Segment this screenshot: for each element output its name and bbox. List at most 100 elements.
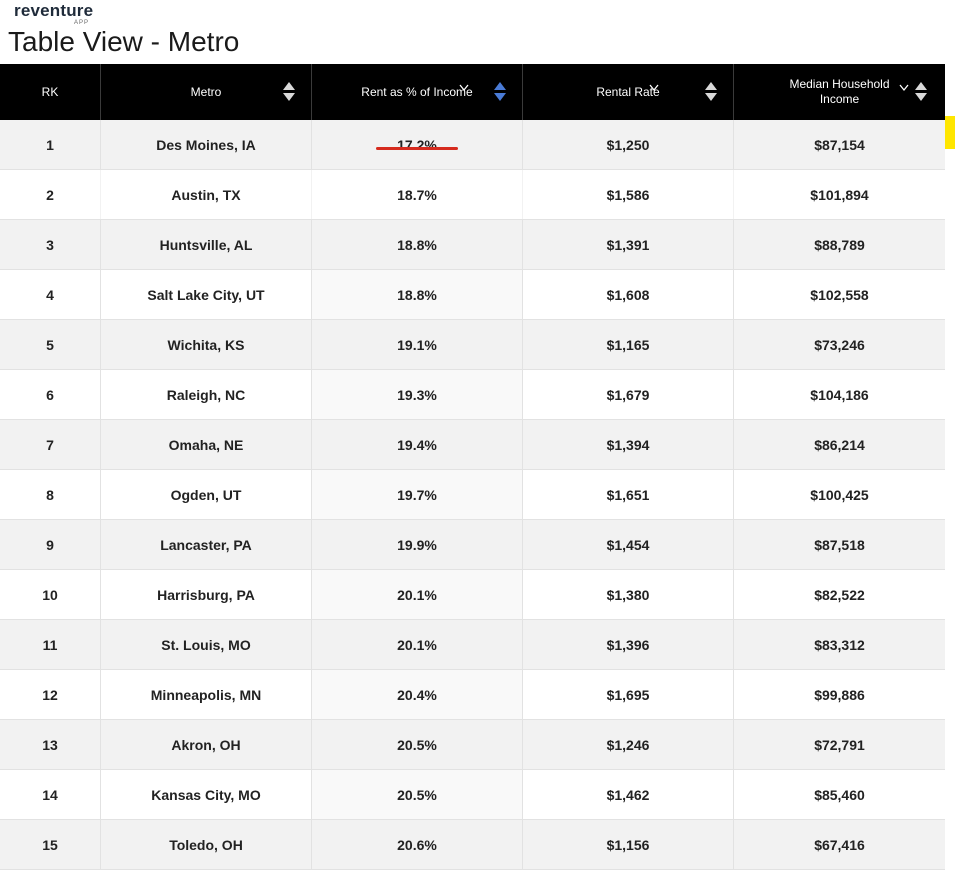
table-row[interactable]: 5 Wichita, KS 19.1% $1,165 $73,246 xyxy=(0,320,945,370)
cell-income: $99,886 xyxy=(814,686,865,703)
cell-income: $72,791 xyxy=(814,736,865,753)
chevron-down-icon[interactable] xyxy=(899,82,909,94)
cell-rank: 3 xyxy=(0,220,101,269)
cell-rental-rate: $1,695 xyxy=(523,670,734,719)
cell-rental-rate: $1,608 xyxy=(523,270,734,319)
cell-metro: Raleigh, NC xyxy=(101,370,312,419)
cell-rent-pct: 18.8% xyxy=(312,270,523,319)
cell-income: $73,246 xyxy=(814,336,865,353)
cell-rental-rate: $1,250 xyxy=(523,120,734,169)
cell-rent-pct: 20.4% xyxy=(312,670,523,719)
cell-rank: 6 xyxy=(0,370,101,419)
cell-metro: Wichita, KS xyxy=(101,320,312,369)
cell-rank: 1 xyxy=(0,120,101,169)
sort-icon[interactable] xyxy=(915,82,927,102)
cell-rental-rate: $1,394 xyxy=(523,420,734,469)
cell-metro: Huntsville, AL xyxy=(101,220,312,269)
cell-income: $83,312 xyxy=(814,636,865,653)
cell-rental-rate: $1,586 xyxy=(523,170,734,219)
cell-income: $82,522 xyxy=(814,586,865,603)
header-metro-label: Metro xyxy=(190,84,222,99)
cell-income: $85,460 xyxy=(814,786,865,803)
metro-table: RK Metro Rent as % of Income Rental Rate… xyxy=(0,64,945,870)
table-row[interactable]: 2 Austin, TX 18.7% $1,586 $101,894 xyxy=(0,170,945,220)
cell-rental-rate: $1,462 xyxy=(523,770,734,819)
cell-metro: Des Moines, IA xyxy=(101,120,312,169)
cell-income: $87,154 xyxy=(814,136,865,153)
table-row[interactable]: 3 Huntsville, AL 18.8% $1,391 $88,789 xyxy=(0,220,945,270)
header-rental-rate[interactable]: Rental Rate xyxy=(523,64,734,120)
header-income-label: Median Household Income xyxy=(789,77,890,106)
cell-rank: 13 xyxy=(0,720,101,769)
cell-rank: 7 xyxy=(0,420,101,469)
cell-rent-pct: 20.5% xyxy=(312,720,523,769)
cell-rent-pct: 19.9% xyxy=(312,520,523,569)
cell-income: $100,425 xyxy=(810,486,869,503)
chevron-down-icon[interactable] xyxy=(649,82,659,94)
cell-metro: Austin, TX xyxy=(101,170,312,219)
cell-income: $87,518 xyxy=(814,536,865,553)
header-rent-pct[interactable]: Rent as % of Income xyxy=(312,64,523,120)
cell-rank: 15 xyxy=(0,820,101,869)
cell-rental-rate: $1,380 xyxy=(523,570,734,619)
cell-metro: St. Louis, MO xyxy=(101,620,312,669)
cell-metro: Ogden, UT xyxy=(101,470,312,519)
cell-rental-rate: $1,454 xyxy=(523,520,734,569)
chevron-down-icon[interactable] xyxy=(459,82,469,94)
cell-rental-rate: $1,679 xyxy=(523,370,734,419)
sort-icon[interactable] xyxy=(705,82,717,102)
cell-income: $104,186 xyxy=(810,386,869,403)
header-rank[interactable]: RK xyxy=(0,64,101,120)
cell-metro: Omaha, NE xyxy=(101,420,312,469)
table-row[interactable]: 15 Toledo, OH 20.6% $1,156 $67,416 xyxy=(0,820,945,870)
header-income[interactable]: Median Household Income xyxy=(734,64,945,120)
cell-rank: 2 xyxy=(0,170,101,219)
cell-income: $67,416 xyxy=(814,836,865,853)
cell-metro: Toledo, OH xyxy=(101,820,312,869)
cell-income: $86,214 xyxy=(814,436,865,453)
table-row[interactable]: 6 Raleigh, NC 19.3% $1,679 $104,186 xyxy=(0,370,945,420)
brand-name: reventure xyxy=(14,1,94,20)
cell-rent-pct: 19.3% xyxy=(312,370,523,419)
header-metro[interactable]: Metro xyxy=(101,64,312,120)
cell-rank: 11 xyxy=(0,620,101,669)
cell-rent-pct: 20.5% xyxy=(312,770,523,819)
sort-icon[interactable] xyxy=(283,82,295,102)
cell-rent-pct: 19.4% xyxy=(312,420,523,469)
table-row[interactable]: 10 Harrisburg, PA 20.1% $1,380 $82,522 xyxy=(0,570,945,620)
cell-rental-rate: $1,156 xyxy=(523,820,734,869)
sort-icon[interactable] xyxy=(494,82,506,102)
cell-rent-pct: 18.8% xyxy=(312,220,523,269)
cell-income: $88,789 xyxy=(814,236,865,253)
cell-rent-pct: 19.1% xyxy=(312,320,523,369)
table-row[interactable]: 7 Omaha, NE 19.4% $1,394 $86,214 xyxy=(0,420,945,470)
cell-metro: Minneapolis, MN xyxy=(101,670,312,719)
cell-metro: Harrisburg, PA xyxy=(101,570,312,619)
cell-income: $101,894 xyxy=(810,186,869,203)
page-title: Table View - Metro xyxy=(8,26,240,57)
table-row[interactable]: 9 Lancaster, PA 19.9% $1,454 $87,518 xyxy=(0,520,945,570)
table-row[interactable]: 13 Akron, OH 20.5% $1,246 $72,791 xyxy=(0,720,945,770)
table-row[interactable]: 1 Des Moines, IA 17.2% $1,250 $87,154 xyxy=(0,120,945,170)
cell-rent-pct: 18.7% xyxy=(312,170,523,219)
header-rank-label: RK xyxy=(41,84,59,99)
cell-rental-rate: $1,165 xyxy=(523,320,734,369)
cell-rent-pct: 19.7% xyxy=(312,470,523,519)
cell-income: $102,558 xyxy=(810,286,869,303)
cell-rank: 14 xyxy=(0,770,101,819)
cell-rank: 9 xyxy=(0,520,101,569)
cell-metro: Lancaster, PA xyxy=(101,520,312,569)
table-row[interactable]: 12 Minneapolis, MN 20.4% $1,695 $99,886 xyxy=(0,670,945,720)
cell-metro: Salt Lake City, UT xyxy=(101,270,312,319)
cell-rent-pct: 17.2% xyxy=(312,120,523,169)
table-row[interactable]: 4 Salt Lake City, UT 18.8% $1,608 $102,558 xyxy=(0,270,945,320)
cell-rental-rate: $1,651 xyxy=(523,470,734,519)
cell-rank: 8 xyxy=(0,470,101,519)
table-body: 1 Des Moines, IA 17.2% $1,250 $87,154 2 Austin… xyxy=(0,120,945,870)
table-row[interactable]: 14 Kansas City, MO 20.5% $1,462 $85,460 xyxy=(0,770,945,820)
value-underline xyxy=(376,147,458,150)
table-row[interactable]: 11 St. Louis, MO 20.1% $1,396 $83,312 xyxy=(0,620,945,670)
cell-rank: 4 xyxy=(0,270,101,319)
cell-rental-rate: $1,246 xyxy=(523,720,734,769)
table-row[interactable]: 8 Ogden, UT 19.7% $1,651 $100,425 xyxy=(0,470,945,520)
